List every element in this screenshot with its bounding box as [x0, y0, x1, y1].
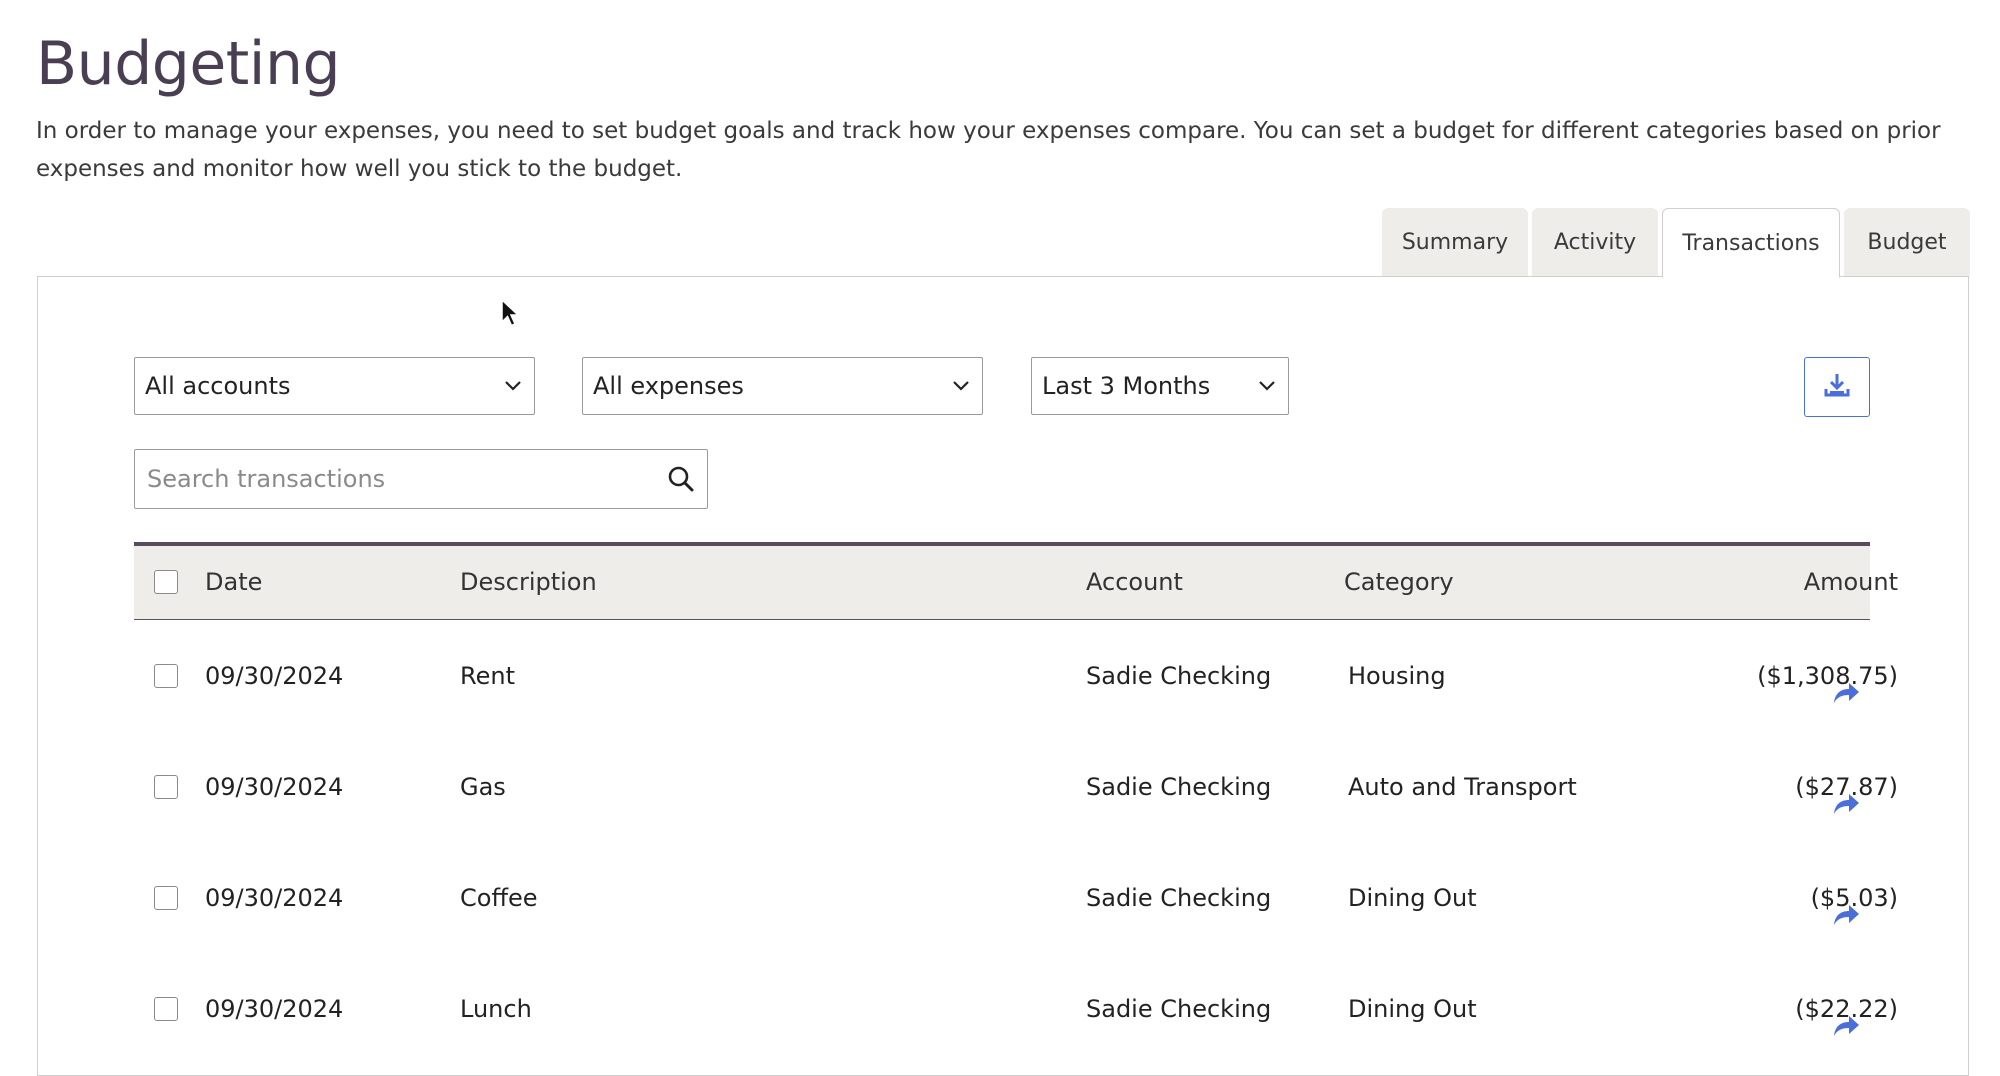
- row-checkbox[interactable]: [154, 664, 178, 688]
- row-category: Auto and Transport: [1348, 772, 1577, 801]
- tab-summary[interactable]: Summary: [1382, 208, 1528, 276]
- table-row[interactable]: 09/30/2024 Coffee Sadie Checking Dining …: [134, 842, 1898, 953]
- page-intro: In order to manage your expenses, you ne…: [36, 118, 1941, 182]
- header-category[interactable]: Category: [1344, 546, 1454, 618]
- share-arrow-icon[interactable]: [1831, 789, 1861, 819]
- chevron-down-icon: [950, 375, 972, 397]
- row-checkbox[interactable]: [154, 775, 178, 799]
- accounts-select[interactable]: All accounts: [134, 357, 535, 415]
- tab-transactions[interactable]: Transactions: [1662, 208, 1840, 278]
- row-date: 09/30/2024: [205, 883, 344, 912]
- row-account: Sadie Checking: [1086, 883, 1272, 912]
- table-row[interactable]: 09/30/2024 Gas Sadie Checking Auto and T…: [134, 731, 1898, 842]
- row-amount: ($1,308.75): [1757, 661, 1898, 690]
- row-category: Dining Out: [1348, 994, 1477, 1023]
- row-amount: ($5.03): [1810, 883, 1898, 912]
- mouse-cursor-icon: [500, 298, 520, 328]
- row-date: 09/30/2024: [205, 994, 344, 1023]
- row-checkbox[interactable]: [154, 886, 178, 910]
- header-description[interactable]: Description: [460, 546, 597, 618]
- table-row[interactable]: 09/30/2024 Lunch Sadie Checking Dining O…: [134, 953, 1898, 1064]
- share-arrow-icon[interactable]: [1831, 678, 1861, 708]
- tab-activity[interactable]: Activity: [1532, 208, 1658, 276]
- table-row[interactable]: 09/30/2024 Rent Sadie Checking Housing (…: [134, 620, 1898, 731]
- row-account: Sadie Checking: [1086, 994, 1272, 1023]
- row-date: 09/30/2024: [205, 772, 344, 801]
- expenses-select-value: All expenses: [593, 372, 744, 400]
- select-all-checkbox[interactable]: [154, 570, 178, 594]
- share-arrow-icon[interactable]: [1831, 900, 1861, 930]
- share-arrow-icon[interactable]: [1831, 1011, 1861, 1041]
- search-input[interactable]: [145, 464, 665, 494]
- period-select-value: Last 3 Months: [1042, 372, 1211, 400]
- row-category: Dining Out: [1348, 883, 1477, 912]
- header-date[interactable]: Date: [205, 546, 262, 618]
- download-button[interactable]: [1804, 357, 1870, 417]
- chevron-down-icon: [1256, 375, 1278, 397]
- row-category: Housing: [1348, 661, 1446, 690]
- table-header: Date Description Account Category Amount: [134, 542, 1898, 620]
- header-account[interactable]: Account: [1086, 546, 1183, 618]
- row-checkbox[interactable]: [154, 997, 178, 1021]
- row-account: Sadie Checking: [1086, 772, 1272, 801]
- accounts-select-value: All accounts: [145, 372, 291, 400]
- search-icon[interactable]: [665, 463, 697, 495]
- row-amount: ($27.87): [1795, 772, 1898, 801]
- row-description: Lunch: [460, 994, 532, 1023]
- row-description: Coffee: [460, 883, 538, 912]
- download-icon: [1822, 370, 1852, 404]
- row-description: Rent: [460, 661, 515, 690]
- expenses-select[interactable]: All expenses: [582, 357, 983, 415]
- search-box: [134, 449, 708, 509]
- row-account: Sadie Checking: [1086, 661, 1272, 690]
- chevron-down-icon: [502, 375, 524, 397]
- page-title: Budgeting: [36, 29, 341, 99]
- transactions-table: Date Description Account Category Amount…: [134, 542, 1898, 1064]
- row-amount: ($22.22): [1795, 994, 1898, 1023]
- row-description: Gas: [460, 772, 506, 801]
- row-date: 09/30/2024: [205, 661, 344, 690]
- header-amount[interactable]: Amount: [1614, 546, 1898, 618]
- period-select[interactable]: Last 3 Months: [1031, 357, 1289, 415]
- tab-budget[interactable]: Budget: [1844, 208, 1970, 276]
